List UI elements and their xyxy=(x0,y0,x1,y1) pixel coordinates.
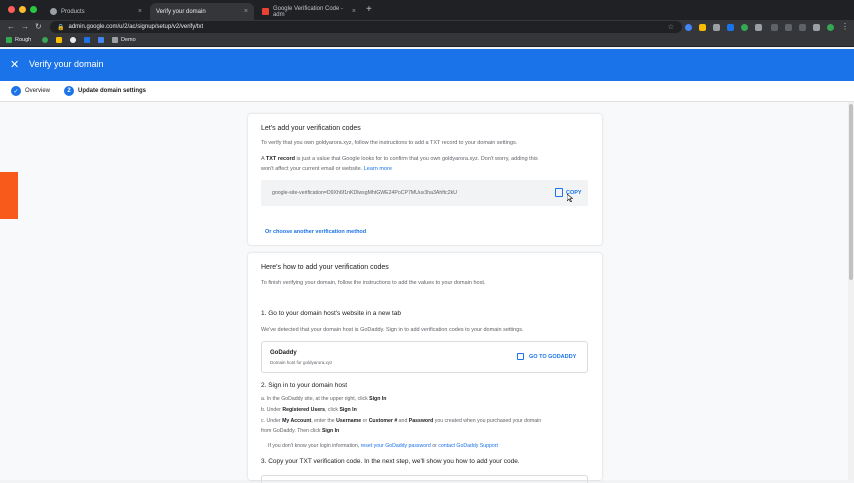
sub-step-b: b. Under Registered Users, click Sign In xyxy=(261,407,357,413)
back-icon[interactable]: ← xyxy=(7,22,15,31)
open-in-new-icon xyxy=(517,353,524,360)
card-heading: Here's how to add your verification code… xyxy=(261,264,389,271)
maximize-window-button[interactable] xyxy=(30,6,37,13)
close-window-button[interactable] xyxy=(8,6,15,13)
browser-tab-gmail[interactable]: Google Verification Code - adm × xyxy=(256,3,362,20)
bookmarks-bar: Rough Demo xyxy=(0,35,854,47)
instructions-card: Here's how to add your verification code… xyxy=(248,253,602,483)
window-controls xyxy=(8,6,37,13)
puzzle-icon[interactable] xyxy=(813,24,820,31)
globe-icon xyxy=(42,37,48,43)
step3-title: 3. Copy your TXT verification code. In t… xyxy=(261,458,520,465)
learn-more-link[interactable]: Learn more xyxy=(364,166,392,172)
folder-icon xyxy=(112,37,118,43)
extension-icon[interactable] xyxy=(685,24,692,31)
feedback-side-tab[interactable] xyxy=(0,172,18,219)
step1-description: We've detected that your domain host is … xyxy=(261,327,524,333)
bookmark-icon-4[interactable] xyxy=(84,37,93,43)
minimize-window-button[interactable] xyxy=(19,6,26,13)
lock-icon: 🔒 xyxy=(57,24,65,31)
reset-password-link[interactable]: reset your GoDaddy password xyxy=(361,443,431,449)
copy-icon xyxy=(555,188,563,197)
contact-support-link[interactable]: contact GoDaddy Support xyxy=(438,443,498,449)
step2-title: 2. Sign in to your domain host xyxy=(261,382,347,389)
shield-icon xyxy=(50,8,57,15)
check-icon: ✓ xyxy=(11,86,21,96)
mouse-cursor-icon xyxy=(567,194,573,202)
card-intro: To finish verifying your domain, follow … xyxy=(261,280,486,286)
extension-icon[interactable] xyxy=(771,24,778,31)
bookmark-icon xyxy=(56,37,62,43)
bookmark-icon-1[interactable] xyxy=(42,37,51,43)
txt-code-box xyxy=(261,475,588,483)
sub-step-a: a. In the GoDaddy site, at the upper rig… xyxy=(261,396,387,402)
address-bar[interactable]: 🔒 admin.google.com/u/2/ac/signup/setup/v… xyxy=(50,21,682,33)
step1-title: 1. Go to your domain host's website in a… xyxy=(261,310,401,317)
verification-code-card: Let's add your verification codes To ver… xyxy=(248,114,602,245)
reload-icon[interactable]: ↻ xyxy=(35,22,42,31)
app-header: ✕ Verify your domain xyxy=(0,49,854,81)
sub-step-c-cont: from GoDaddy. Then click Sign In xyxy=(261,428,340,434)
login-help: If you don't know your login information… xyxy=(268,443,498,449)
scrollbar-thumb[interactable] xyxy=(849,104,853,280)
close-icon[interactable]: ✕ xyxy=(10,58,19,71)
sub-step-c: c. Under My Account, enter the Username … xyxy=(261,418,542,424)
close-tab-icon[interactable]: × xyxy=(244,8,248,15)
card-heading: Let's add your verification codes xyxy=(261,125,361,132)
verification-code: google-site-verification=D9Xh6f1nKDlwsgM… xyxy=(272,190,457,196)
extension-icon[interactable] xyxy=(785,24,792,31)
page-title: Verify your domain xyxy=(29,59,104,69)
new-tab-button[interactable]: + xyxy=(366,4,372,15)
browser-tab-bar: Products × Verify your domain × Google V… xyxy=(0,0,854,20)
step-update-domain-settings[interactable]: 2 Update domain settings xyxy=(64,86,146,96)
avatar[interactable] xyxy=(827,24,834,31)
step-number-badge: 2 xyxy=(64,86,74,96)
bookmark-icon-3[interactable] xyxy=(70,37,79,43)
folder-icon xyxy=(6,37,12,43)
gmail-icon xyxy=(262,8,269,15)
bookmark-icon-2[interactable] xyxy=(56,37,65,43)
document-icon xyxy=(98,37,104,43)
go-to-godaddy-button[interactable]: GO TO GODADDY xyxy=(517,353,576,360)
host-name: GoDaddy xyxy=(270,350,297,356)
setup-stepper: ✓ Overview 2 Update domain settings xyxy=(0,81,854,102)
close-tab-icon[interactable]: × xyxy=(352,8,356,15)
host-subtitle: Domain host for goldyarora.xyz xyxy=(270,360,333,365)
txt-record-explanation: A TXT record is just a value that Google… xyxy=(261,156,538,172)
extension-icon[interactable] xyxy=(699,24,706,31)
extension-icon[interactable] xyxy=(741,24,748,31)
step-overview[interactable]: ✓ Overview xyxy=(11,86,50,96)
forward-icon[interactable]: → xyxy=(21,22,29,31)
bookmark-star-icon[interactable]: ☆ xyxy=(668,23,674,31)
extension-icon[interactable] xyxy=(727,24,734,31)
close-tab-icon[interactable]: × xyxy=(138,8,142,15)
verification-code-box: google-site-verification=D9Xh6f1nKDlwsgM… xyxy=(261,180,588,206)
extension-icon[interactable] xyxy=(713,24,720,31)
bookmark-demo[interactable]: Demo xyxy=(112,37,136,43)
browser-tab-products[interactable]: Products × xyxy=(44,3,148,20)
extension-icon[interactable] xyxy=(799,24,806,31)
domain-host-box: GoDaddy Domain host for goldyarora.xyz G… xyxy=(261,341,588,373)
card-intro: To verify that you own goldyarora.xyz, f… xyxy=(261,140,518,146)
google-icon xyxy=(70,37,76,43)
browser-tab-verify-domain[interactable]: Verify your domain × xyxy=(150,3,254,20)
bookmark-icon-5[interactable] xyxy=(98,37,107,43)
bookmark-rough[interactable]: Rough xyxy=(6,37,31,43)
more-menu-icon[interactable]: ⋮ xyxy=(841,22,849,31)
extension-icon[interactable] xyxy=(755,24,762,31)
calendar-icon xyxy=(84,37,90,43)
browser-toolbar: ← → ↻ 🔒 admin.google.com/u/2/ac/signup/s… xyxy=(0,20,854,35)
choose-another-method-link[interactable]: Or choose another verification method xyxy=(265,229,366,235)
